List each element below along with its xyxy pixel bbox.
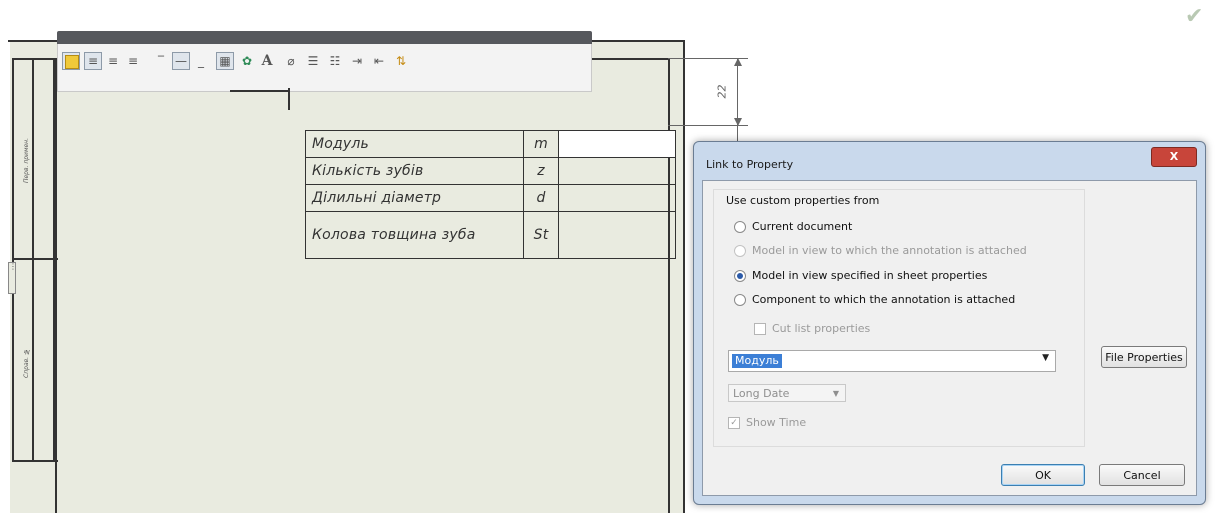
line-bottom-icon[interactable]: _ xyxy=(192,52,210,70)
bullets-icon[interactable]: ☰ xyxy=(304,52,322,70)
row-symbol[interactable]: St xyxy=(523,211,559,259)
option-label: Model in view specified in sheet propert… xyxy=(752,269,988,282)
link-to-property-dialog: Link to Property X Use custom properties… xyxy=(693,141,1206,505)
side-panel-handle[interactable]: ⋮ xyxy=(8,262,17,294)
checkbox-checked-icon: ✓ xyxy=(728,416,740,429)
drawing-frame-line xyxy=(230,90,290,92)
row-value[interactable] xyxy=(558,184,676,212)
stamp-label-first-use: Перв. примен. xyxy=(23,138,30,184)
option-current-document[interactable]: Current document xyxy=(734,220,852,233)
cancel-button[interactable]: Cancel xyxy=(1099,464,1185,486)
cutlist-label: Cut list properties xyxy=(772,322,871,335)
align-right-icon[interactable]: ≡ xyxy=(124,52,142,70)
row-value[interactable] xyxy=(558,211,676,259)
row-value-editing[interactable] xyxy=(558,130,676,158)
row-name[interactable]: Колова товщина зуба xyxy=(305,211,524,259)
row-name[interactable]: Ділильні діаметр xyxy=(305,184,524,212)
file-properties-button[interactable]: File Properties xyxy=(1101,346,1187,368)
align-left-icon[interactable]: ≡ xyxy=(84,52,102,70)
toolbar-body: ≡ ≡ ≡ ‾ — _ ▦ ✿ A ⌀ ☰ ☷ ⇥ ⇤ ⇅ xyxy=(57,44,592,92)
radio-selected-icon[interactable] xyxy=(734,269,746,282)
option-model-sheet-properties[interactable]: Model in view specified in sheet propert… xyxy=(734,269,987,282)
stamp-line xyxy=(12,58,58,60)
row-name[interactable]: Кількість зубів xyxy=(305,157,524,185)
table-icon[interactable]: ▦ xyxy=(216,52,234,70)
dimension-arrow-icon xyxy=(734,118,742,126)
numbering-icon[interactable]: ☷ xyxy=(326,52,344,70)
dialog-body: Use custom properties from Current docum… xyxy=(702,180,1197,496)
show-time-checkbox-row: ✓ Show Time xyxy=(728,416,806,429)
indent-increase-icon[interactable]: ⇥ xyxy=(348,52,366,70)
custom-properties-group: Use custom properties from Current docum… xyxy=(713,189,1085,447)
dialog-title: Link to Property xyxy=(706,158,794,171)
show-time-label: Show Time xyxy=(746,416,807,429)
row-value[interactable] xyxy=(558,157,676,185)
stamp-line xyxy=(53,58,55,462)
gear-parameters-table[interactable]: Модуль m Кількість зубів z Ділильні діам… xyxy=(305,130,676,259)
symbol-icon[interactable]: ⌀ xyxy=(282,52,300,70)
drawing-frame-line xyxy=(288,88,290,110)
drawing-frame-right xyxy=(668,58,670,513)
table-row[interactable]: Колова товщина зуба St xyxy=(305,211,676,259)
toolbar-titlebar[interactable] xyxy=(57,31,592,44)
stamp-line xyxy=(12,58,14,462)
stamp-line xyxy=(12,460,58,462)
dimension-line xyxy=(737,58,738,150)
dropdown-arrow-icon[interactable]: ▼ xyxy=(1042,353,1049,363)
date-format-select: Long Date ▼ xyxy=(728,384,846,402)
table-row[interactable]: Ділильні діаметр d xyxy=(305,184,676,212)
close-button[interactable]: X xyxy=(1151,147,1197,167)
stamp-line xyxy=(12,258,58,260)
property-select[interactable]: Модуль ▼ xyxy=(728,350,1056,372)
table-row[interactable]: Кількість зубів z xyxy=(305,157,676,185)
row-symbol[interactable]: m xyxy=(523,130,559,158)
link-property-icon[interactable]: ✿ xyxy=(238,52,256,70)
indent-decrease-icon[interactable]: ⇤ xyxy=(370,52,388,70)
row-symbol[interactable]: z xyxy=(523,157,559,185)
stamp-line xyxy=(32,58,34,462)
property-selected-value: Модуль xyxy=(732,354,782,368)
line-middle-icon[interactable]: — xyxy=(172,52,190,70)
group-title: Use custom properties from xyxy=(724,194,882,207)
stack-icon[interactable]: ⇅ xyxy=(392,52,410,70)
checkbox-icon xyxy=(754,322,766,335)
dropdown-arrow-icon: ▼ xyxy=(832,389,839,398)
radio-icon[interactable] xyxy=(734,293,746,306)
side-stamp: Перв. примен. Справ. № xyxy=(12,58,58,462)
cutlist-checkbox-row: Cut list properties xyxy=(754,322,870,335)
sheet-border-right xyxy=(683,40,685,513)
formatting-toolbar: ≡ ≡ ≡ ‾ — _ ▦ ✿ A ⌀ ☰ ☷ ⇥ ⇤ ⇅ xyxy=(57,31,592,92)
align-center-icon[interactable]: ≡ xyxy=(104,52,122,70)
option-label: Current document xyxy=(752,220,853,233)
dimension-arrow-icon xyxy=(734,58,742,66)
option-model-annotation: Model in view to which the annotation is… xyxy=(734,244,1027,257)
stamp-label-ref-no: Справ. № xyxy=(23,348,30,378)
option-label: Component to which the annotation is att… xyxy=(752,293,1016,306)
table-row[interactable]: Модуль m xyxy=(305,130,676,158)
row-symbol[interactable]: d xyxy=(523,184,559,212)
drawing-sheet[interactable] xyxy=(10,42,683,513)
layer-icon[interactable] xyxy=(62,52,80,70)
option-label: Model in view to which the annotation is… xyxy=(752,244,1027,257)
ok-button[interactable]: OK xyxy=(1001,464,1085,486)
option-component[interactable]: Component to which the annotation is att… xyxy=(734,293,1015,306)
dimension-value[interactable]: 22 xyxy=(716,85,729,99)
line-top-icon[interactable]: ‾ xyxy=(152,52,170,70)
drawing-frame-left xyxy=(55,58,57,513)
radio-icon[interactable] xyxy=(734,220,746,233)
row-name[interactable]: Модуль xyxy=(305,130,524,158)
date-format-value: Long Date xyxy=(733,387,790,400)
confirm-check-icon[interactable]: ✔ xyxy=(1185,4,1203,29)
font-icon[interactable]: A xyxy=(258,52,276,70)
radio-icon xyxy=(734,244,746,257)
